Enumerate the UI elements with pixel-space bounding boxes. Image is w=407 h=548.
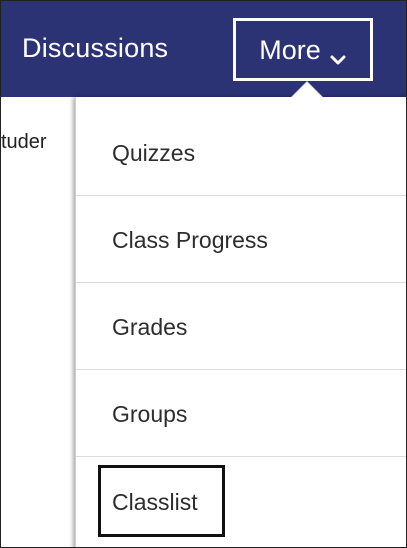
menu-item-classlist[interactable]: Classlist: [76, 457, 406, 544]
menu-item-label: Grades: [112, 314, 188, 340]
nav-more-label: More: [259, 34, 321, 65]
dropdown-pointer: [291, 82, 323, 98]
screenshot-frame: Discussions More tuder Quizzes Class Pro…: [0, 0, 407, 548]
menu-item-groups[interactable]: Groups: [76, 370, 406, 457]
menu-item-label: Classlist: [112, 489, 198, 515]
menu-item-quizzes[interactable]: Quizzes: [76, 109, 406, 196]
course-navbar: Discussions More: [1, 1, 406, 97]
nav-discussions-link[interactable]: Discussions: [22, 31, 168, 65]
menu-item-label: Groups: [112, 401, 188, 427]
menu-item-label: Quizzes: [112, 140, 196, 166]
nav-more-button[interactable]: More: [233, 18, 373, 81]
page-content-partial-text: tuder: [1, 131, 47, 153]
chevron-down-icon: [329, 43, 347, 64]
menu-item-label: Class Progress: [112, 227, 268, 253]
menu-item-grades[interactable]: Grades: [76, 283, 406, 370]
more-dropdown-menu: Quizzes Class Progress Grades Groups Cla…: [75, 97, 406, 547]
menu-item-class-progress[interactable]: Class Progress: [76, 196, 406, 283]
